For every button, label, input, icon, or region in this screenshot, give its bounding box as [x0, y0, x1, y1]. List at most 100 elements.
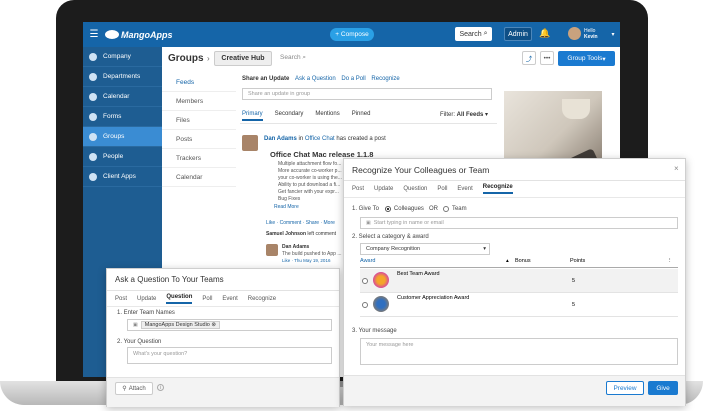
points-column-header[interactable]: Points [570, 258, 585, 264]
sidebar-item-icon [89, 72, 97, 81]
recognize-link[interactable]: Recognize [371, 76, 399, 82]
post-bullets: Multiple attachment flow fo... More accur… [274, 161, 342, 203]
feed-tab-mentions[interactable]: Mentions [315, 111, 339, 121]
user-greeting[interactable]: Hello Kevin [584, 26, 608, 42]
do-poll-link[interactable]: Do a Poll [341, 76, 365, 82]
user-avatar[interactable] [568, 27, 581, 40]
colleagues-radio[interactable] [384, 206, 391, 212]
subnav-item-calendar[interactable]: Calendar [162, 168, 236, 187]
tab-recognize[interactable]: Recognize [248, 296, 276, 302]
ask-question-panel: Ask a Question To Your Teams Post Update Q… [106, 268, 340, 407]
post-actions[interactable]: Like · Comment · Share · More [266, 220, 335, 226]
compose-button[interactable]: + Compose [330, 28, 374, 41]
comment-header: Samuel Johnson left comment [266, 231, 336, 237]
tab-poll[interactable]: Poll [437, 186, 447, 192]
subnav-item-trackers[interactable]: Trackers [162, 149, 236, 168]
reply-author[interactable]: Dan Adams [282, 244, 309, 250]
tab-event[interactable]: Event [457, 186, 472, 192]
award-radio[interactable] [362, 278, 368, 284]
post-place[interactable]: Office Chat [305, 136, 335, 142]
reply-text: The build pushed to App ... [282, 251, 342, 257]
question-input[interactable]: What's your question? [127, 347, 332, 364]
group-name-button[interactable]: Creative Hub [214, 51, 272, 66]
subnav-item-feeds[interactable]: Feeds [162, 73, 236, 92]
tab-question[interactable]: Question [166, 294, 193, 304]
subnav-item-posts[interactable]: Posts [162, 130, 236, 149]
tab-update[interactable]: Update [137, 296, 156, 302]
reply-meta[interactable]: Like · Thu May 19, 2016 [282, 258, 330, 263]
sidebar-item-people[interactable]: People [83, 147, 162, 167]
award-column-header[interactable]: Award [360, 258, 376, 264]
award-radio[interactable] [362, 302, 368, 308]
group-search-input[interactable]: Search ⌕ [280, 54, 306, 62]
menu-icon[interactable]: ☰ [89, 29, 99, 40]
attach-button[interactable]: ⚲ Attach [115, 382, 153, 395]
tab-question[interactable]: Question [403, 186, 427, 192]
give-to-placeholder: Start typing in name or email [373, 220, 444, 226]
close-icon[interactable]: ⊗ [211, 322, 216, 328]
sidebar-item-groups[interactable]: Groups [83, 127, 162, 147]
subnav-item-members[interactable]: Members [162, 92, 236, 111]
admin-button[interactable]: Admin [504, 27, 532, 41]
paperclip-icon: ⚲ [122, 386, 127, 392]
feed-filter[interactable]: Filter: All Feeds ▾ [440, 111, 488, 118]
post-author[interactable]: Dan Adams [264, 136, 297, 142]
give-button[interactable]: Give [648, 381, 678, 395]
post-bullet: Get fancier with your expr... [278, 189, 339, 195]
feed-tab-pinned[interactable]: Pinned [352, 111, 371, 121]
ask-panel-tabs: Post Update Question Poll Event Recognize [107, 291, 339, 307]
subnav-item-files[interactable]: Files [162, 111, 236, 130]
tab-recognize[interactable]: Recognize [482, 184, 513, 194]
close-icon[interactable]: × [674, 164, 679, 173]
sidebar-item-calendar[interactable]: Calendar [83, 87, 162, 107]
brand-logo[interactable]: MangoApps [105, 27, 173, 42]
ask-question-link[interactable]: Ask a Question [295, 76, 336, 82]
tab-event[interactable]: Event [222, 296, 237, 302]
preview-button[interactable]: Preview [606, 381, 644, 395]
team-radio[interactable] [442, 206, 449, 212]
award-row[interactable]: Customer Appreciation Award 5 [360, 293, 678, 317]
sidebar-item-icon [89, 172, 97, 181]
feed-tab-secondary[interactable]: Secondary [275, 111, 304, 121]
column-menu-icon[interactable]: ⋮ [667, 258, 673, 264]
sidebar-item-label: Departments [103, 73, 141, 80]
top-bar: ☰ MangoApps + Compose Search ⌕ Admin 🔔 H… [83, 22, 620, 47]
feed-tab-primary[interactable]: Primary [242, 111, 263, 121]
sidebar-item-departments[interactable]: Departments [83, 67, 162, 87]
more-button[interactable]: ••• [540, 51, 554, 65]
sidebar-item-company[interactable]: Company [83, 47, 162, 67]
tab-post[interactable]: Post [352, 186, 364, 192]
tab-poll[interactable]: Poll [202, 296, 212, 302]
notification-bell-icon[interactable]: 🔔 [539, 28, 550, 39]
sidebar-item-label: People [103, 153, 124, 160]
team-chip[interactable]: MangoApps Design Studio ⊗ [140, 321, 220, 329]
sidebar-item-forms[interactable]: Forms [83, 107, 162, 127]
share-update-input[interactable]: Share an update in group [242, 88, 492, 100]
bonus-column-header[interactable]: Bonus [515, 258, 531, 264]
give-to-row: 1. Give To Colleagues OR Team [352, 206, 467, 212]
brand-name: MangoApps [121, 29, 173, 40]
sort-icon[interactable]: ▴ [506, 258, 509, 264]
group-tools-button[interactable]: Group Tools ▾ [558, 51, 615, 66]
message-input[interactable]: Your message here [360, 338, 678, 365]
sidebar-item-label: Groups [103, 133, 125, 140]
share-icon[interactable]: ⤴ [522, 51, 536, 65]
tab-post[interactable]: Post [115, 296, 127, 302]
sidebar-item-icon [89, 152, 97, 161]
read-more-link[interactable]: Read More [274, 204, 299, 210]
post-bullet: your co-worker is using the... [278, 175, 342, 181]
sidebar-item-client-apps[interactable]: Client Apps [83, 167, 162, 187]
tab-update[interactable]: Update [374, 186, 393, 192]
commenter-name[interactable]: Samuel Johnson [266, 231, 306, 237]
give-to-input[interactable]: ▣ Start typing in name or email [360, 217, 678, 229]
award-row[interactable]: Best Team Award 5 [360, 269, 678, 293]
category-select[interactable]: Company Recognition ▾ [360, 243, 490, 255]
post-bullet: Ability to put download a fi... [278, 182, 341, 188]
post-bullet: Multiple attachment flow fo... [278, 161, 342, 167]
search-button[interactable]: Search ⌕ [455, 27, 492, 41]
info-icon[interactable]: i [157, 384, 164, 391]
team-names-input[interactable]: ▣ MangoApps Design Studio ⊗ [127, 319, 332, 331]
laptop-mockup: ☰ MangoApps + Compose Search ⌕ Admin 🔔 H… [0, 0, 703, 411]
message-label: 3. Your message [352, 328, 397, 334]
chevron-down-icon[interactable]: ▾ [610, 30, 616, 38]
